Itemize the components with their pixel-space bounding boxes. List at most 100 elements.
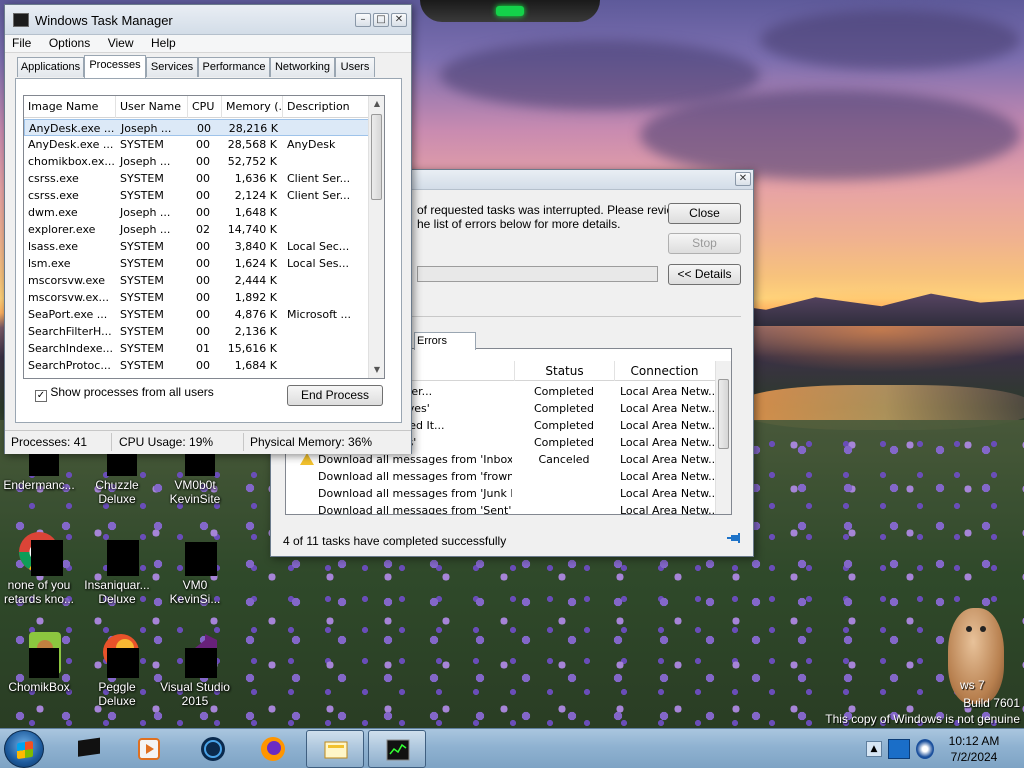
peggle-icon bbox=[93, 630, 141, 678]
process-list-scrollbar[interactable]: ▲ ▼ bbox=[368, 96, 384, 378]
close-button[interactable]: Close bbox=[668, 203, 741, 224]
cell-image: explorer.exe bbox=[28, 223, 96, 236]
details-button[interactable]: << Details bbox=[668, 264, 741, 285]
dialog-message-line: he list of errors below for more details… bbox=[417, 217, 621, 231]
taskbar-globe[interactable] bbox=[184, 730, 242, 768]
taskbar-explorer-window[interactable] bbox=[306, 730, 364, 768]
clock-date: 7/2/2024 bbox=[950, 750, 998, 764]
desktop-icon-chrome[interactable]: none of you retards kno... bbox=[0, 528, 78, 606]
scroll-up-icon[interactable]: ▲ bbox=[369, 96, 384, 112]
desktop-icon-peggle[interactable]: Peggle Deluxe bbox=[78, 630, 156, 708]
task-row[interactable]: Download all messages from 'frowning4' Lo… bbox=[286, 468, 716, 485]
game-icon bbox=[93, 528, 141, 576]
desktop-icon-insaniquarium[interactable]: Insaniquar... Deluxe bbox=[78, 528, 156, 606]
menu-file[interactable]: File bbox=[5, 35, 38, 50]
cell-image: AnyDesk.exe ... bbox=[29, 122, 115, 135]
menu-options[interactable]: Options bbox=[42, 35, 97, 50]
column-status[interactable]: Status bbox=[514, 361, 614, 381]
tray-app-icon[interactable] bbox=[888, 739, 910, 759]
menu-view[interactable]: View bbox=[101, 35, 141, 50]
chomikbox-icon bbox=[15, 630, 63, 678]
taskbar-taskmanager[interactable] bbox=[368, 730, 426, 768]
tray-network-icon[interactable] bbox=[916, 739, 934, 759]
process-row[interactable]: dwm.exe Joseph ... 00 1,648 K bbox=[24, 204, 369, 221]
menu-help[interactable]: Help bbox=[144, 35, 183, 50]
cell-status bbox=[514, 502, 614, 514]
column-image-name[interactable]: Image Name bbox=[24, 96, 116, 118]
dialog-close-icon[interactable]: ✕ bbox=[735, 172, 751, 186]
column-memory[interactable]: Memory (... bbox=[222, 96, 283, 118]
desktop-icon-label: VM0b0t KevinSite bbox=[169, 478, 221, 506]
taskmanager-titlebar[interactable]: Windows Task Manager – □ ✕ bbox=[5, 5, 411, 35]
show-all-users[interactable]: ✓ Show processes from all users bbox=[35, 385, 214, 402]
stop-button[interactable]: Stop bbox=[668, 233, 741, 254]
task-list-scrollbar[interactable] bbox=[715, 361, 731, 514]
task-row[interactable]: Download all messages from 'Junk E-m... L… bbox=[286, 485, 716, 502]
process-row[interactable]: lsm.exe SYSTEM 00 1,624 K Local Ses... bbox=[24, 255, 369, 272]
end-process-button[interactable]: End Process bbox=[287, 385, 383, 406]
close-icon[interactable]: ✕ bbox=[391, 13, 407, 27]
cell-user: SYSTEM bbox=[120, 308, 164, 321]
tab-services[interactable]: Services bbox=[146, 57, 198, 77]
cell-mem: 4,876 K bbox=[234, 308, 277, 321]
desktop-icon-vm0[interactable]: VM0 KevinSi... bbox=[156, 528, 234, 606]
process-row[interactable]: AnyDesk.exe ... Joseph ... 00 28,216 K bbox=[24, 119, 369, 136]
process-row[interactable]: csrss.exe SYSTEM 00 2,124 K Client Ser... bbox=[24, 187, 369, 204]
cell-status bbox=[514, 485, 614, 502]
tab-networking[interactable]: Networking bbox=[270, 57, 335, 77]
menu-bar: File Options View Help bbox=[5, 35, 411, 53]
cell-cpu: 00 bbox=[196, 308, 210, 321]
task-row[interactable]: Download all messages from 'Sent' Local A… bbox=[286, 502, 716, 514]
process-row[interactable]: mscorsvw.exe SYSTEM 00 2,444 K bbox=[24, 272, 369, 289]
show-all-checkbox[interactable]: ✓ bbox=[35, 390, 47, 402]
cell-image: SearchIndexe... bbox=[28, 342, 113, 355]
cell-status: Completed bbox=[534, 402, 594, 415]
tab-users[interactable]: Users bbox=[335, 57, 375, 77]
process-row[interactable]: chomikbox.ex... Joseph ... 00 52,752 K bbox=[24, 153, 369, 170]
taskmanager-app-icon bbox=[13, 13, 29, 27]
column-description[interactable]: Description bbox=[283, 96, 369, 118]
minimize-icon[interactable]: – bbox=[355, 13, 371, 27]
taskbar-firefox[interactable] bbox=[244, 730, 302, 768]
process-row[interactable]: mscorsvw.ex... SYSTEM 00 1,892 K bbox=[24, 289, 369, 306]
column-connection[interactable]: Connection bbox=[614, 361, 714, 381]
task-manager-window: Windows Task Manager – □ ✕ File Options … bbox=[4, 4, 412, 454]
taskbar-terminal[interactable] bbox=[60, 730, 118, 768]
system-clock[interactable]: 10:12 AM 7/2/2024 bbox=[940, 733, 1008, 765]
cell-desc: Client Ser... bbox=[287, 172, 351, 185]
cell-connection: Local Area Netw... bbox=[620, 385, 714, 398]
process-row[interactable]: SearchProtoc... SYSTEM 00 1,684 K bbox=[24, 357, 369, 374]
maximize-icon[interactable]: □ bbox=[373, 13, 389, 27]
column-cpu[interactable]: CPU bbox=[188, 96, 222, 118]
process-row[interactable]: SearchFilterH... SYSTEM 00 2,136 K bbox=[24, 323, 369, 340]
desktop-icon-chomikbox[interactable]: ChomikBox bbox=[0, 630, 78, 694]
process-row[interactable]: csrss.exe SYSTEM 00 1,636 K Client Ser... bbox=[24, 170, 369, 187]
cell-cpu: 00 bbox=[196, 206, 210, 219]
tray-expand-icon[interactable]: ▲ bbox=[866, 741, 882, 757]
pin-icon[interactable] bbox=[727, 532, 741, 544]
scrollbar-thumb[interactable] bbox=[371, 114, 382, 200]
process-list-header: Image Name User Name CPU Memory (... Des… bbox=[24, 96, 369, 118]
cell-user: SYSTEM bbox=[120, 325, 164, 338]
process-row[interactable]: lsass.exe SYSTEM 00 3,840 K Local Sec... bbox=[24, 238, 369, 255]
top-gadget[interactable] bbox=[420, 0, 600, 22]
desktop-icon-visual-studio[interactable]: Visual Studio 2015 bbox=[156, 630, 234, 708]
process-row[interactable]: AnyDesk.exe ... SYSTEM 00 28,568 K AnyDesk bbox=[24, 136, 369, 153]
column-user-name[interactable]: User Name bbox=[116, 96, 188, 118]
taskbar-media-player[interactable] bbox=[120, 730, 178, 768]
process-row[interactable]: explorer.exe Joseph ... 02 14,740 K bbox=[24, 221, 369, 238]
tab-applications[interactable]: Applications bbox=[17, 57, 84, 77]
cell-desc bbox=[283, 221, 369, 238]
start-button[interactable] bbox=[4, 730, 44, 768]
cell-task: Download all messages from 'Sent' bbox=[318, 502, 512, 514]
scrollbar-thumb[interactable] bbox=[718, 379, 729, 449]
scroll-down-icon[interactable]: ▼ bbox=[369, 362, 384, 378]
cell-status bbox=[514, 468, 614, 485]
tab-processes[interactable]: Processes bbox=[84, 55, 146, 78]
process-row[interactable]: SearchIndexe... SYSTEM 01 15,616 K bbox=[24, 340, 369, 357]
process-row[interactable]: SeaPort.exe ... SYSTEM 00 4,876 K Microsoft … bbox=[24, 306, 369, 323]
cell-cpu: 00 bbox=[196, 325, 210, 338]
tab-performance[interactable]: Performance bbox=[198, 57, 270, 77]
cell-cpu: 00 bbox=[196, 189, 210, 202]
tab-errors[interactable]: Errors bbox=[414, 332, 476, 350]
